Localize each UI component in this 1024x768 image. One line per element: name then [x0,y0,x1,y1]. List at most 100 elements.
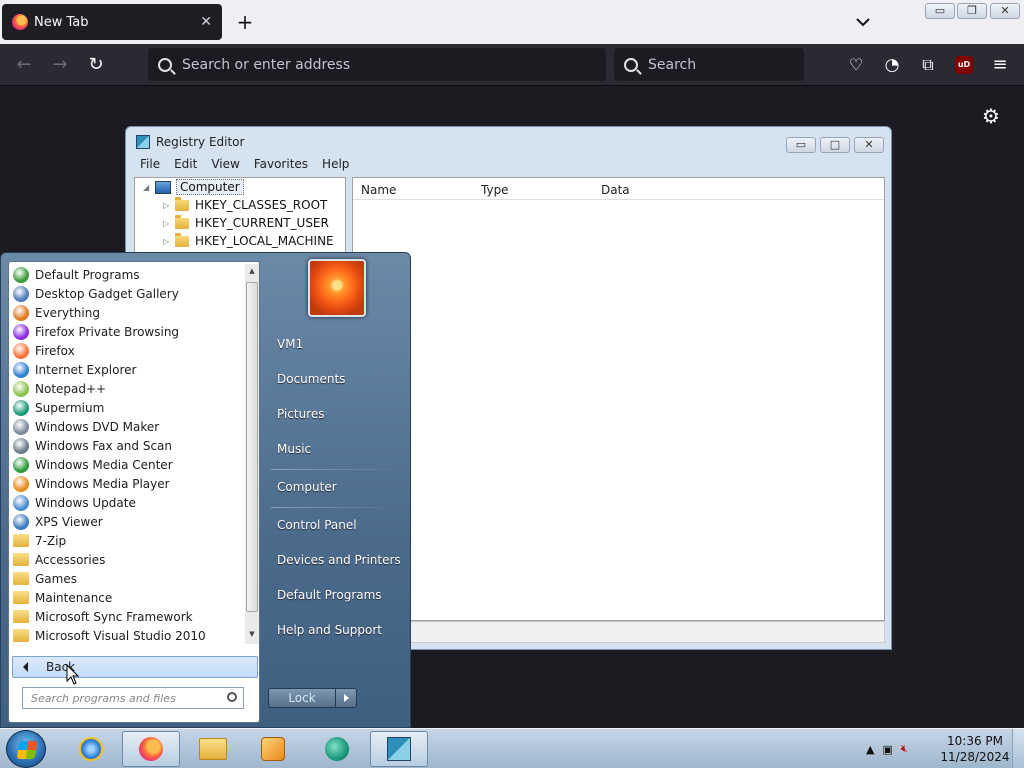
regedit-close-button[interactable]: ✕ [854,137,884,153]
programs-pane: Default Programs Desktop Gadget Gallery Ev… [8,261,260,723]
expand-arrow-icon[interactable]: ▷ [163,237,175,246]
start-link-control-panel[interactable]: Control Panel [271,510,401,540]
program-item[interactable]: Windows DVD Maker [9,417,245,436]
menu-view[interactable]: View [211,157,239,175]
clock[interactable]: 10:36 PM 11/28/2024 [940,733,1010,765]
taskbar-explorer[interactable] [184,731,242,767]
scroll-down-icon[interactable]: ▼ [245,630,259,638]
account-icon[interactable]: ◔ [880,53,904,77]
gadget-gallery-icon [13,285,29,302]
tree-item-hkey-local-machine[interactable]: ▷ HKEY_LOCAL_MACHINE [163,232,334,250]
start-link-documents[interactable]: Documents [271,364,401,394]
shutdown-options-arrow[interactable] [335,688,357,708]
reload-icon[interactable]: ↻ [84,53,108,77]
menu-help[interactable]: Help [322,157,349,175]
show-hidden-icons-icon[interactable]: ▲ [866,743,874,756]
supermium-icon [325,737,349,761]
tab-new-tab[interactable]: New Tab ✕ [2,4,222,40]
volume-muted-icon[interactable]: 🔇︎ [901,742,908,756]
search-bar[interactable]: Search [614,48,804,81]
tree-item-computer[interactable]: ◢ Computer [143,178,244,196]
start-link-user[interactable]: VM1 [271,329,401,359]
hamburger-menu-icon[interactable]: ≡ [988,53,1012,77]
taskbar-media-player[interactable] [244,731,302,767]
start-link-music[interactable]: Music [271,434,401,464]
taskbar-supermium[interactable] [308,731,366,767]
column-header-data[interactable]: Data [601,183,630,197]
program-item[interactable]: Microsoft Sync Framework [9,607,245,626]
search-bar-placeholder: Search [648,56,697,73]
taskbar-internet-explorer[interactable] [62,731,120,767]
program-item[interactable]: XPS Viewer [9,512,245,531]
program-item[interactable]: Games [9,569,245,588]
programs-scrollbar[interactable]: ▲ ▼ [245,264,259,644]
regedit-minimize-button[interactable]: ▭ [786,137,816,153]
new-tab-button[interactable]: + [234,10,256,34]
taskbar-registry-editor[interactable] [370,731,428,767]
scroll-up-icon[interactable]: ▲ [245,267,259,275]
start-link-devices-printers[interactable]: Devices and Printers [271,545,401,575]
minimize-button[interactable]: ▭ [925,3,955,19]
program-item[interactable]: 7-Zip [9,531,245,550]
start-link-default-programs[interactable]: Default Programs [271,580,401,610]
pocket-icon[interactable]: ♡ [844,53,868,77]
tree-item-hkey-current-user[interactable]: ▷ HKEY_CURRENT_USER [163,214,329,232]
start-search-input[interactable]: Search programs and files [22,687,244,709]
expand-arrow-icon[interactable]: ◢ [143,183,155,192]
program-item[interactable]: Supermium [9,398,245,417]
expand-arrow-icon[interactable]: ▷ [163,219,175,228]
taskbar: ▲ ▣ 🔇︎ 10:36 PM 11/28/2024 [0,728,1024,768]
windows-logo-icon [16,741,38,759]
taskbar-firefox[interactable] [122,731,180,767]
address-bar[interactable]: Search or enter address [148,48,606,81]
clock-time: 10:36 PM [947,734,1003,748]
menu-file[interactable]: File [140,157,160,175]
tab-title: New Tab [34,14,89,30]
network-icon[interactable]: ▣ [882,743,892,756]
close-tab-icon[interactable]: ✕ [200,14,212,30]
program-item[interactable]: Firefox [9,341,245,360]
start-link-pictures[interactable]: Pictures [271,399,401,429]
program-item[interactable]: Desktop Gadget Gallery [9,284,245,303]
start-link-computer[interactable]: Computer [271,472,401,502]
lock-button[interactable]: Lock [268,688,336,708]
extensions-icon[interactable]: ⧉ [916,53,940,77]
expand-arrow-icon[interactable]: ▷ [163,201,175,210]
forward-arrow-icon[interactable]: → [48,53,72,77]
tree-item-hkey-classes-root[interactable]: ▷ HKEY_CLASSES_ROOT [163,196,327,214]
program-item[interactable]: Internet Explorer [9,360,245,379]
program-item[interactable]: Windows Fax and Scan [9,436,245,455]
program-item[interactable]: Firefox Private Browsing [9,322,245,341]
user-picture[interactable] [308,259,366,317]
restore-button[interactable]: ❐ [957,3,987,19]
program-item[interactable]: Microsoft Visual Studio 2010 [9,626,245,645]
program-item[interactable]: Everything [9,303,245,322]
folder-icon [199,738,227,760]
start-link-help-support[interactable]: Help and Support [271,615,401,645]
close-window-button[interactable]: ✕ [990,3,1020,19]
ublock-origin-icon[interactable]: uD [955,56,973,74]
program-item[interactable]: Windows Update [9,493,245,512]
folder-icon [13,572,29,585]
program-item[interactable]: Default Programs [9,265,245,284]
gear-icon[interactable]: ⚙ [982,104,1000,128]
scroll-thumb[interactable] [246,282,258,612]
column-header-type[interactable]: Type [481,183,509,197]
menu-favorites[interactable]: Favorites [254,157,308,175]
tree-item-label: HKEY_CLASSES_ROOT [195,198,328,212]
start-button[interactable] [6,730,46,768]
list-all-tabs-button[interactable] [852,11,874,33]
show-desktop-button[interactable] [1012,729,1024,768]
program-label: Microsoft Sync Framework [35,609,193,624]
program-item[interactable]: Windows Media Center [9,455,245,474]
column-header-name[interactable]: Name [361,183,396,197]
back-arrow-icon[interactable]: ← [12,53,36,77]
program-item[interactable]: Windows Media Player [9,474,245,493]
dvd-maker-icon [13,418,29,435]
regedit-maximize-button[interactable]: □ [820,137,850,153]
back-button[interactable]: Back [12,656,258,678]
menu-edit[interactable]: Edit [174,157,197,175]
program-item[interactable]: Accessories [9,550,245,569]
program-item[interactable]: Maintenance [9,588,245,607]
program-item[interactable]: Notepad++ [9,379,245,398]
